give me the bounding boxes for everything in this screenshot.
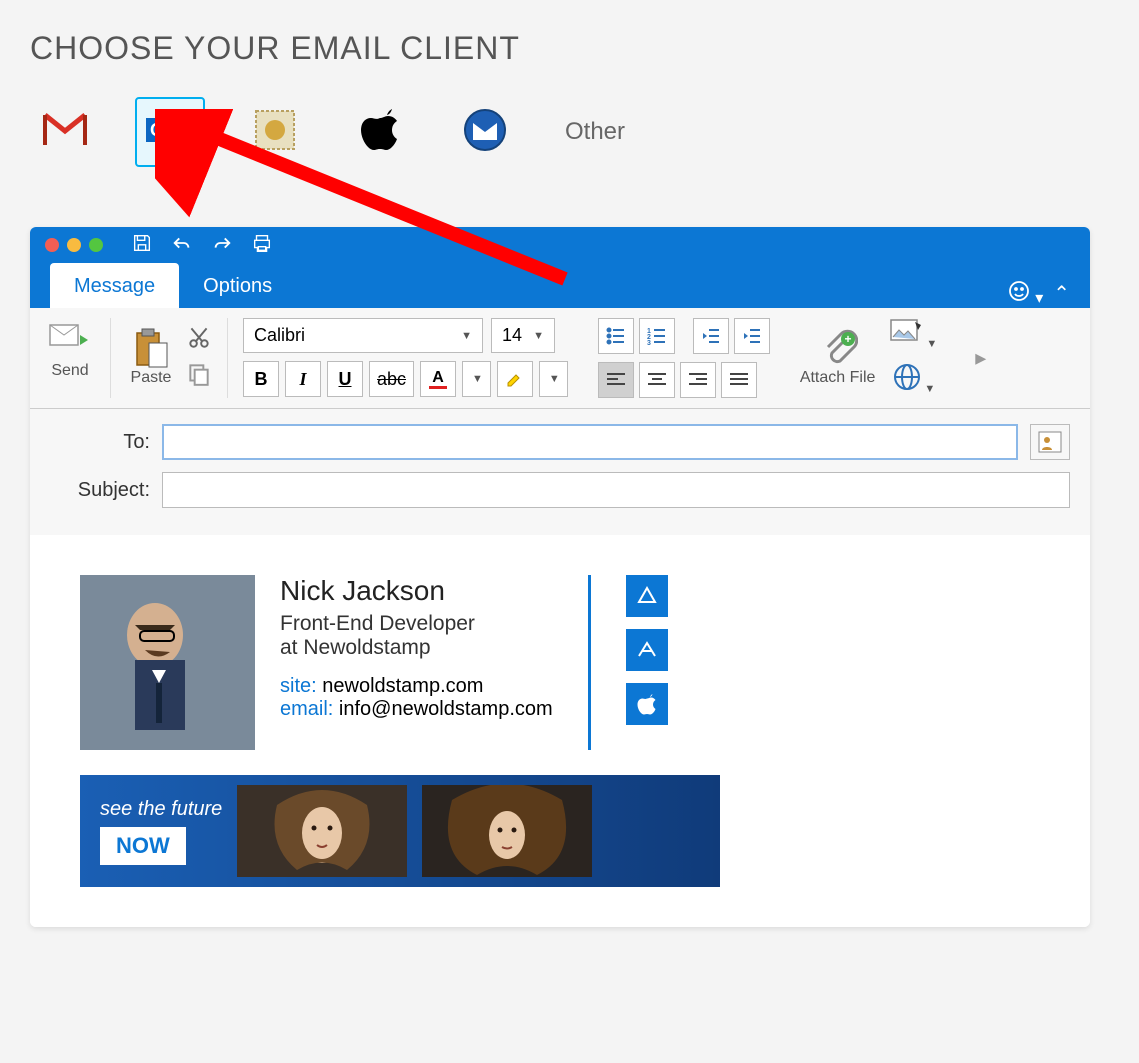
font-color-dropdown-icon[interactable]: ▼ — [462, 361, 491, 397]
paste-label: Paste — [131, 369, 172, 387]
signature-site-value[interactable]: newoldstamp.com — [322, 675, 483, 697]
strikethrough-button[interactable]: abc — [369, 361, 414, 397]
font-color-button[interactable]: A — [420, 361, 456, 397]
italic-button[interactable]: I — [285, 361, 321, 397]
emoji-icon[interactable]: ▾ — [1007, 279, 1043, 308]
decrease-indent-button[interactable] — [693, 318, 729, 354]
font-size-dropdown[interactable]: 14▼ — [491, 318, 555, 353]
social-icon-apple[interactable] — [626, 683, 668, 725]
signature-name: Nick Jackson — [280, 575, 553, 607]
numbering-button[interactable]: 123 — [639, 318, 675, 354]
ribbon-send-group: Send — [45, 318, 111, 398]
send-label: Send — [51, 362, 88, 380]
thunderbird-icon — [463, 108, 507, 157]
highlight-dropdown-icon[interactable]: ▼ — [539, 361, 568, 397]
cut-icon[interactable] — [186, 324, 212, 355]
client-apple-mail[interactable] — [240, 97, 310, 167]
signature-site-label: site: — [280, 675, 317, 697]
ribbon-paragraph-group: 123 — [598, 318, 785, 398]
align-left-button[interactable] — [598, 362, 634, 398]
signature-email-label: email: — [280, 698, 333, 720]
paste-icon[interactable] — [126, 329, 176, 369]
banner-image-1 — [237, 785, 407, 877]
ribbon-toolbar: Send Paste Calibri▼ 14▼ B I — [30, 308, 1090, 409]
print-icon[interactable] — [251, 232, 273, 259]
window-traffic-lights — [45, 238, 103, 252]
message-header-fields: To: Subject: — [30, 409, 1090, 535]
to-field[interactable] — [162, 424, 1018, 460]
ribbon-font-group: Calibri▼ 14▼ B I U abc A▼ ▼ — [243, 318, 583, 398]
copy-icon[interactable] — [186, 361, 212, 392]
underline-button[interactable]: U — [327, 361, 363, 397]
undo-icon[interactable] — [171, 232, 193, 259]
bullets-button[interactable] — [598, 318, 634, 354]
social-icon-1[interactable] — [626, 575, 668, 617]
close-window-icon[interactable] — [45, 238, 59, 252]
ribbon-attach-group: + Attach File ▼ ▼ — [800, 318, 952, 398]
banner-image-2 — [422, 785, 592, 877]
window-titlebar — [30, 227, 1090, 263]
align-right-button[interactable] — [680, 362, 716, 398]
email-signature: Nick Jackson Front-End Developer at Newo… — [80, 575, 1040, 750]
outlook-icon: O — [146, 110, 194, 155]
signature-company: at Newoldstamp — [280, 636, 553, 660]
minimize-window-icon[interactable] — [67, 238, 81, 252]
client-gmail[interactable] — [30, 97, 100, 167]
tab-options[interactable]: Options — [179, 263, 296, 308]
signature-banner[interactable]: see the future NOW — [80, 775, 720, 887]
signature-photo — [80, 575, 255, 750]
tab-message[interactable]: Message — [50, 263, 179, 308]
maximize-window-icon[interactable] — [89, 238, 103, 252]
font-family-dropdown[interactable]: Calibri▼ — [243, 318, 483, 353]
to-label: To: — [50, 431, 150, 454]
client-other[interactable]: Other — [565, 118, 625, 146]
message-body[interactable]: Nick Jackson Front-End Developer at Newo… — [30, 535, 1090, 927]
ribbon-tabs: Message Options ▾ ⌃ — [30, 263, 1090, 308]
subject-label: Subject: — [50, 479, 150, 502]
justify-button[interactable] — [721, 362, 757, 398]
bold-button[interactable]: B — [243, 361, 279, 397]
social-icon-2[interactable] — [626, 629, 668, 671]
outlook-compose-window: Message Options ▾ ⌃ Send Paste — [30, 227, 1090, 927]
ribbon-overflow-icon[interactable]: ▸ — [975, 345, 986, 371]
client-outlook[interactable]: O — [135, 97, 205, 167]
stamp-icon — [254, 109, 296, 156]
svg-text:3: 3 — [647, 340, 651, 345]
client-thunderbird[interactable] — [450, 97, 520, 167]
svg-text:+: + — [844, 332, 851, 346]
collapse-ribbon-icon[interactable]: ⌃ — [1053, 281, 1070, 306]
redo-icon[interactable] — [211, 232, 233, 259]
banner-cta: NOW — [100, 827, 186, 865]
signature-divider — [588, 575, 591, 750]
page-heading: CHOOSE YOUR EMAIL CLIENT — [30, 30, 1109, 67]
subject-field[interactable] — [162, 472, 1070, 508]
picture-button[interactable]: ▼ — [890, 319, 937, 352]
send-icon[interactable] — [45, 318, 95, 358]
email-client-picker: O Other — [30, 97, 1109, 167]
attach-label: Attach File — [800, 369, 876, 387]
align-center-button[interactable] — [639, 362, 675, 398]
save-icon[interactable] — [131, 232, 153, 259]
gmail-icon — [43, 113, 87, 152]
svg-text:O: O — [150, 120, 164, 140]
address-book-icon[interactable] — [1030, 424, 1070, 460]
signature-title: Front-End Developer — [280, 612, 553, 636]
signature-email-value[interactable]: info@newoldstamp.com — [339, 698, 553, 720]
increase-indent-button[interactable] — [734, 318, 770, 354]
hyperlink-button[interactable]: ▼ — [892, 362, 935, 397]
attach-file-icon[interactable]: + — [813, 329, 863, 369]
ribbon-clipboard-group: Paste — [126, 318, 228, 398]
highlight-button[interactable] — [497, 361, 533, 397]
client-apple[interactable] — [345, 97, 415, 167]
apple-icon — [360, 107, 400, 158]
banner-tagline: see the future — [100, 798, 222, 821]
